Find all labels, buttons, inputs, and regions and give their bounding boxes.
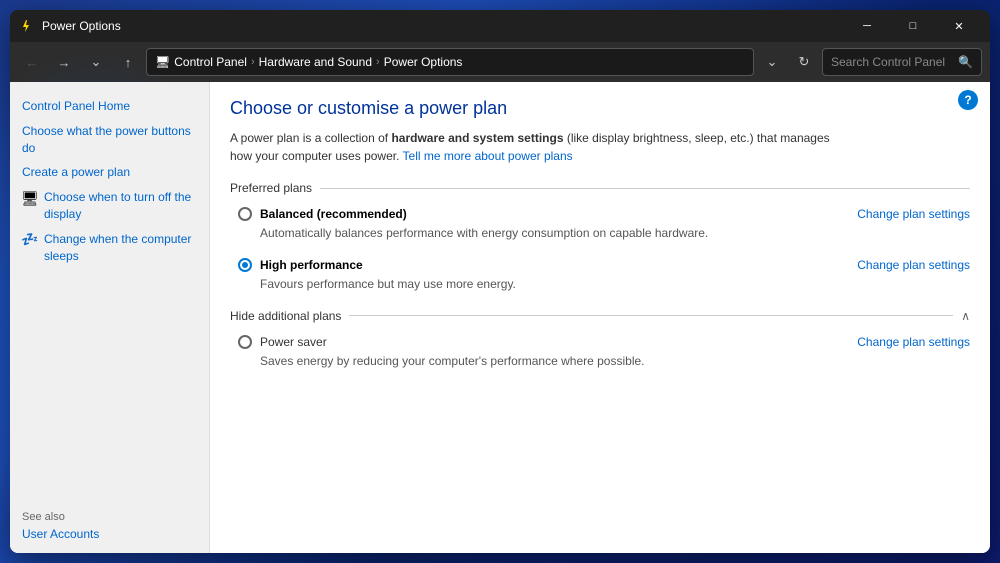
plan-balanced-change-link[interactable]: Change plan settings <box>857 207 970 221</box>
refresh-button[interactable]: ↻ <box>790 48 818 76</box>
sidebar-item-power-buttons[interactable]: Choose what the power buttons do <box>10 119 209 161</box>
breadcrumb-item3[interactable]: Power Options <box>384 55 463 69</box>
breadcrumb-sep1: › <box>251 56 255 68</box>
minimize-button[interactable]: ─ <box>844 10 890 42</box>
see-also-title: See also <box>22 511 197 523</box>
close-button[interactable]: ✕ <box>936 10 982 42</box>
plan-power-saver-header: Power saver Change plan settings <box>238 335 970 349</box>
nav-bar: ← → ⌄ ↑ 🖥 Control Panel › Hardware and S… <box>10 42 990 82</box>
preferred-plans-divider: Preferred plans <box>230 181 970 195</box>
divider-line-2 <box>349 315 953 316</box>
plan-high-performance: High performance Change plan settings Fa… <box>238 258 970 293</box>
tell-me-more-link[interactable]: Tell me more about power plans <box>403 149 573 163</box>
plan-high-performance-name: High performance <box>260 258 857 272</box>
page-title: Choose or customise a power plan <box>230 98 970 119</box>
preferred-plans-label: Preferred plans <box>230 181 312 195</box>
hide-plans-divider: Hide additional plans ∧ <box>230 309 970 323</box>
desc-bold: hardware and system settings <box>391 131 563 145</box>
maximize-button[interactable]: □ <box>890 10 936 42</box>
desc-text1: A power plan is a collection of <box>230 131 391 145</box>
window-controls: ─ □ ✕ <box>844 10 982 42</box>
plan-high-performance-change-link[interactable]: Change plan settings <box>857 258 970 272</box>
window-icon <box>18 18 34 34</box>
breadcrumb-item2[interactable]: Hardware and Sound <box>259 55 372 69</box>
sleep-icon: 💤 <box>22 232 38 248</box>
plan-balanced-name: Balanced (recommended) <box>260 207 857 221</box>
plan-high-performance-desc: Favours performance but may use more ene… <box>260 276 970 293</box>
hide-plans-label: Hide additional plans <box>230 309 341 323</box>
see-also-section: See also User Accounts <box>10 511 209 541</box>
divider-line <box>320 188 970 189</box>
sidebar-link-label: Create a power plan <box>22 164 130 181</box>
plan-balanced: Balanced (recommended) Change plan setti… <box>238 207 970 242</box>
address-dropdown-button[interactable]: ⌄ <box>758 48 786 76</box>
plan-power-saver-change-link[interactable]: Change plan settings <box>857 335 970 349</box>
content-area: Control Panel Home Choose what the power… <box>10 82 990 553</box>
breadcrumb-sep2: › <box>376 56 380 68</box>
plan-power-saver-name: Power saver <box>260 335 857 349</box>
see-also-user-accounts[interactable]: User Accounts <box>22 527 197 541</box>
address-bar: 🖥 Control Panel › Hardware and Sound › P… <box>146 48 754 76</box>
main-window: Power Options ─ □ ✕ ← → ⌄ ↑ 🖥 Control Pa… <box>10 10 990 553</box>
breadcrumb-item1[interactable]: Control Panel <box>174 55 247 69</box>
sidebar-item-control-panel-home[interactable]: Control Panel Home <box>10 94 209 119</box>
plan-balanced-radio[interactable] <box>238 207 252 221</box>
plan-power-saver-desc: Saves energy by reducing your computer's… <box>260 353 970 370</box>
help-icon[interactable]: ? <box>958 90 978 110</box>
sidebar-link-label: Choose when to turn off the display <box>44 189 197 223</box>
address-icon: 🖥 <box>155 55 170 69</box>
sidebar-link-label: Control Panel Home <box>22 98 130 115</box>
sidebar-item-turn-off-display[interactable]: 🖥 Choose when to turn off the display <box>10 185 209 227</box>
sidebar-item-create-plan[interactable]: Create a power plan <box>10 160 209 185</box>
plan-balanced-desc: Automatically balances performance with … <box>260 225 970 242</box>
plan-balanced-header: Balanced (recommended) Change plan setti… <box>238 207 970 221</box>
sidebar-link-label: Choose what the power buttons do <box>22 123 197 157</box>
title-bar: Power Options ─ □ ✕ <box>10 10 990 42</box>
search-input[interactable] <box>831 55 952 69</box>
search-box: 🔍 <box>822 48 982 76</box>
main-panel: ? Choose or customise a power plan A pow… <box>210 82 990 553</box>
window-title: Power Options <box>42 19 844 33</box>
sidebar-item-computer-sleeps[interactable]: 💤 Change when the computer sleeps <box>10 227 209 269</box>
sidebar-link-label: Change when the computer sleeps <box>44 231 197 265</box>
forward-button[interactable]: → <box>50 48 78 76</box>
up-button[interactable]: ↑ <box>114 48 142 76</box>
search-icon: 🔍 <box>958 55 973 69</box>
plan-power-saver: Power saver Change plan settings Saves e… <box>238 335 970 370</box>
page-description: A power plan is a collection of hardware… <box>230 129 930 165</box>
plan-high-performance-radio[interactable] <box>238 258 252 272</box>
plan-high-performance-header: High performance Change plan settings <box>238 258 970 272</box>
back-button[interactable]: ← <box>18 48 46 76</box>
sidebar: Control Panel Home Choose what the power… <box>10 82 210 553</box>
collapse-arrow-icon[interactable]: ∧ <box>961 309 970 323</box>
display-icon: 🖥 <box>22 190 38 206</box>
down-button[interactable]: ⌄ <box>82 48 110 76</box>
plan-power-saver-radio[interactable] <box>238 335 252 349</box>
